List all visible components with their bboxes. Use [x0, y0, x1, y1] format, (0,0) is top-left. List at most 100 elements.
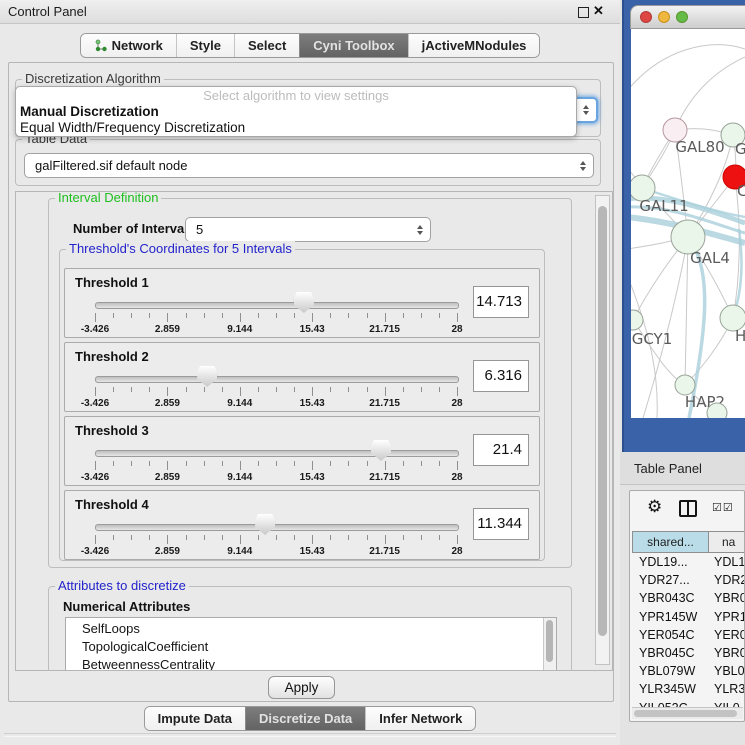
threshold-value-field[interactable]: 14.713: [473, 286, 529, 318]
slider-tick: [276, 387, 277, 392]
table-row[interactable]: YPR145W YPR1: [632, 608, 744, 626]
threshold-slider-track[interactable]: [95, 450, 459, 457]
table-row[interactable]: YBR043C YBR0: [632, 589, 744, 607]
float-window-icon[interactable]: [578, 7, 589, 18]
tab-impute-data[interactable]: Impute Data: [145, 707, 245, 730]
slider-tick: [258, 535, 259, 540]
tab-style[interactable]: Style: [176, 34, 234, 57]
slider-tick: [113, 535, 114, 540]
slider-tick: [421, 535, 422, 540]
slider-scale-label: 15.43: [300, 472, 325, 483]
tab-cyni-toolbox[interactable]: Cyni Toolbox: [299, 34, 407, 57]
close-traffic-light-icon[interactable]: [640, 11, 652, 23]
slider-tick: [439, 461, 440, 466]
slider-scale-label: 2.859: [155, 472, 180, 483]
threshold-slider-thumb[interactable]: [255, 514, 275, 535]
zoom-traffic-light-icon[interactable]: [676, 11, 688, 23]
column-layout-icon[interactable]: [679, 500, 697, 517]
tab-network[interactable]: Network: [81, 34, 176, 57]
slider-scale-label: 15.43: [300, 324, 325, 335]
threshold-slider-track[interactable]: [95, 302, 459, 309]
list-scrollbar-thumb[interactable]: [546, 620, 553, 662]
panel-title: Control Panel: [8, 4, 87, 19]
slider-tick: [421, 461, 422, 466]
threshold-slider-thumb[interactable]: [197, 366, 217, 387]
network-node[interactable]: [675, 375, 695, 395]
gear-icon[interactable]: ⚙: [647, 497, 662, 517]
slider-tick: [167, 387, 168, 396]
slider-tick: [222, 387, 223, 392]
slider-scale-label: 9.144: [227, 472, 252, 483]
tab-discretize-data[interactable]: Discretize Data: [245, 707, 365, 730]
slider-scale-label: 28: [451, 398, 462, 409]
slider-tick: [95, 535, 96, 544]
network-node[interactable]: [707, 403, 727, 418]
cell-shared-name: YBR043C: [639, 589, 695, 607]
slider-tick: [240, 313, 241, 322]
table-data-value: galFiltered.sif default node: [35, 158, 187, 173]
node-label: H: [735, 327, 745, 345]
network-graph: GAL80GACGAL11GAL4GCY1HHAP2: [631, 29, 745, 418]
table-row[interactable]: YLR345W YLR3: [632, 680, 744, 698]
horizontal-scrollbar[interactable]: [632, 707, 743, 719]
slider-scale: -3.4262.8599.14415.4321.71528: [95, 398, 457, 410]
cell-shared-name: YLR345W: [639, 680, 696, 698]
threshold-slider-track[interactable]: [95, 524, 459, 531]
slider-tick: [240, 535, 241, 544]
horizontal-scrollbar-thumb[interactable]: [634, 710, 737, 717]
threshold-value-field[interactable]: 21.4: [473, 434, 529, 466]
threshold-value-field[interactable]: 11.344: [473, 508, 529, 540]
slider-scale-label: 2.859: [155, 324, 180, 335]
slider-tick: [294, 535, 295, 540]
minimize-traffic-light-icon[interactable]: [658, 11, 670, 23]
network-view-canvas[interactable]: GAL80GACGAL11GAL4GCY1HHAP2: [631, 29, 745, 418]
slider-tick: [330, 461, 331, 466]
node-table: ⚙ ☑☑ shared... na YDL19... YDL1 YDR27...…: [629, 490, 745, 722]
table-row[interactable]: YDL19... YDL1: [632, 553, 744, 571]
close-icon[interactable]: ✕: [593, 3, 604, 19]
table-row[interactable]: YDR27... YDR2: [632, 571, 744, 589]
table-row[interactable]: YER054C YER0: [632, 626, 744, 644]
table-row[interactable]: YBR045C YBR0: [632, 644, 744, 662]
numerical-attributes-label: Numerical Attributes: [63, 599, 190, 614]
threshold-slider-track[interactable]: [95, 376, 459, 383]
slider-tick: [385, 387, 386, 396]
screen: Control Panel ✕ Network Style Select Cyn…: [0, 0, 745, 745]
table-header-row: shared... na: [632, 531, 745, 553]
slider-tick: [348, 313, 349, 318]
threshold-value-field[interactable]: 6.316: [473, 360, 529, 392]
attribute-list-item[interactable]: TopologicalCoefficient: [82, 638, 556, 656]
dropdown-option-equal-width[interactable]: Equal Width/Frequency Discretization: [16, 120, 576, 136]
attribute-list-item[interactable]: SelfLoops: [82, 620, 556, 638]
cell-shared-name: YPR145W: [639, 608, 697, 626]
slider-scale-label: 21.715: [369, 546, 400, 557]
tab-select[interactable]: Select: [234, 34, 299, 57]
attribute-list-item[interactable]: BetweennessCentrality: [82, 656, 556, 671]
threshold-slider-thumb[interactable]: [371, 440, 391, 461]
tab-jactivemnodules[interactable]: jActiveMNodules: [408, 34, 540, 57]
cell-name: YLR3: [714, 680, 745, 698]
slider-scale-label: 2.859: [155, 398, 180, 409]
number-of-intervals-combobox[interactable]: 5: [185, 217, 431, 242]
slider-tick: [439, 387, 440, 392]
threshold-slider-thumb[interactable]: [294, 292, 314, 313]
tab-label: Cyni Toolbox: [313, 38, 394, 53]
tab-infer-network[interactable]: Infer Network: [365, 707, 475, 730]
vertical-scrollbar[interactable]: [595, 195, 610, 665]
slider-tick: [457, 535, 458, 544]
slider-scale-label: 9.144: [227, 324, 252, 335]
apply-button[interactable]: Apply: [268, 676, 335, 699]
slider-tick: [222, 313, 223, 318]
list-scrollbar[interactable]: [543, 618, 556, 671]
vertical-scrollbar-thumb[interactable]: [598, 206, 607, 636]
slider-tick: [457, 313, 458, 322]
column-header-shared-name[interactable]: shared...: [632, 531, 709, 553]
table-row[interactable]: YBL079W YBL0: [632, 662, 744, 680]
checkboxes-icon[interactable]: ☑☑: [712, 501, 734, 514]
column-header-name[interactable]: na: [709, 531, 745, 553]
tab-label: jActiveMNodules: [422, 38, 527, 53]
cell-shared-name: YER054C: [639, 626, 695, 644]
threshold-panel: Threshold 2 -3.4262.8599.14415.4321.7152…: [64, 342, 540, 412]
table-data-combobox[interactable]: galFiltered.sif default node: [24, 153, 594, 178]
dropdown-option-manual[interactable]: Manual Discretization: [16, 104, 576, 120]
